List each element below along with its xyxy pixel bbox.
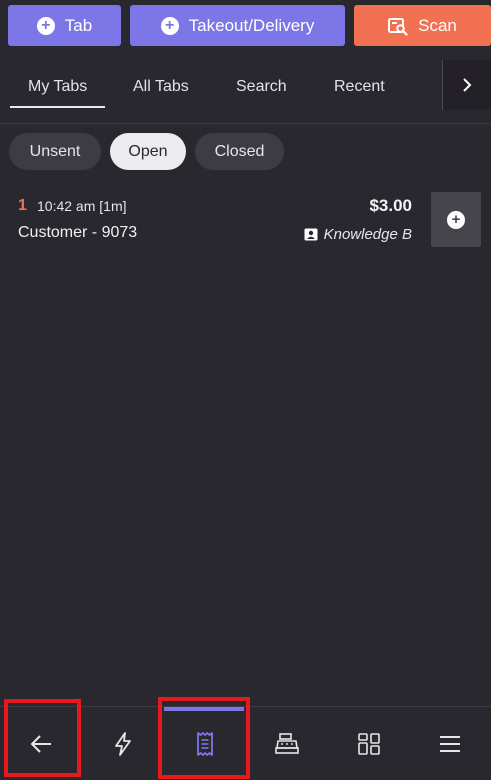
filter-unsent[interactable]: Unsent <box>9 133 101 170</box>
tab-staff-name: Knowledge B <box>323 226 412 243</box>
tab-customer-name: Customer - 9073 <box>18 224 138 241</box>
app-root: + Tab + Takeout/Delivery Scan My Tabs Al… <box>0 0 491 780</box>
tab-recent[interactable]: Recent <box>334 78 385 96</box>
tabs-scroll-right-button[interactable] <box>442 60 491 110</box>
contact-card-icon <box>304 228 318 241</box>
tab-amount: $3.00 <box>369 196 412 215</box>
nav-tabs-button[interactable] <box>164 707 246 780</box>
scan-label: Scan <box>418 15 457 35</box>
nav-apps-button[interactable] <box>328 707 410 780</box>
arrow-left-icon <box>30 735 51 753</box>
chevron-right-icon <box>463 78 472 92</box>
nav-quick-actions-button[interactable] <box>82 707 164 780</box>
hamburger-menu-icon <box>440 736 460 752</box>
lightning-icon <box>115 732 131 756</box>
tab-list-item[interactable]: 1 10:42 am [1m] Customer - 9073 $3.00 Kn… <box>0 190 491 250</box>
nav-back-button[interactable] <box>0 707 82 780</box>
takeout-delivery-button[interactable]: + Takeout/Delivery <box>130 5 345 46</box>
cash-register-icon <box>275 733 299 754</box>
tab-number: 1 <box>18 197 27 214</box>
tab-all-tabs[interactable]: All Tabs <box>133 78 189 96</box>
add-to-tab-button[interactable]: + <box>431 192 481 247</box>
filter-closed[interactable]: Closed <box>195 133 284 170</box>
receipt-icon <box>197 732 213 756</box>
top-actions: + Tab + Takeout/Delivery Scan <box>8 5 491 46</box>
tabs-bar: My Tabs All Tabs Search Recent <box>0 60 491 124</box>
new-tab-label: Tab <box>64 15 93 35</box>
takeout-delivery-label: Takeout/Delivery <box>188 15 315 35</box>
tab-time: 10:42 am [1m] <box>37 198 127 214</box>
plus-circle-icon: + <box>447 210 465 229</box>
tab-my-tabs[interactable]: My Tabs <box>9 78 106 108</box>
plus-circle-icon: + <box>36 16 55 35</box>
tab-staff: Knowledge B <box>304 226 412 243</box>
scan-icon <box>388 16 408 36</box>
new-tab-button[interactable]: + Tab <box>8 5 121 46</box>
plus-circle-icon: + <box>160 16 179 35</box>
filter-open[interactable]: Open <box>110 133 186 170</box>
bottom-navigation <box>0 706 491 780</box>
scan-button[interactable]: Scan <box>354 5 491 46</box>
nav-menu-button[interactable] <box>409 707 491 780</box>
grid-icon <box>358 733 380 755</box>
nav-register-button[interactable] <box>246 707 328 780</box>
tab-search[interactable]: Search <box>236 78 287 96</box>
